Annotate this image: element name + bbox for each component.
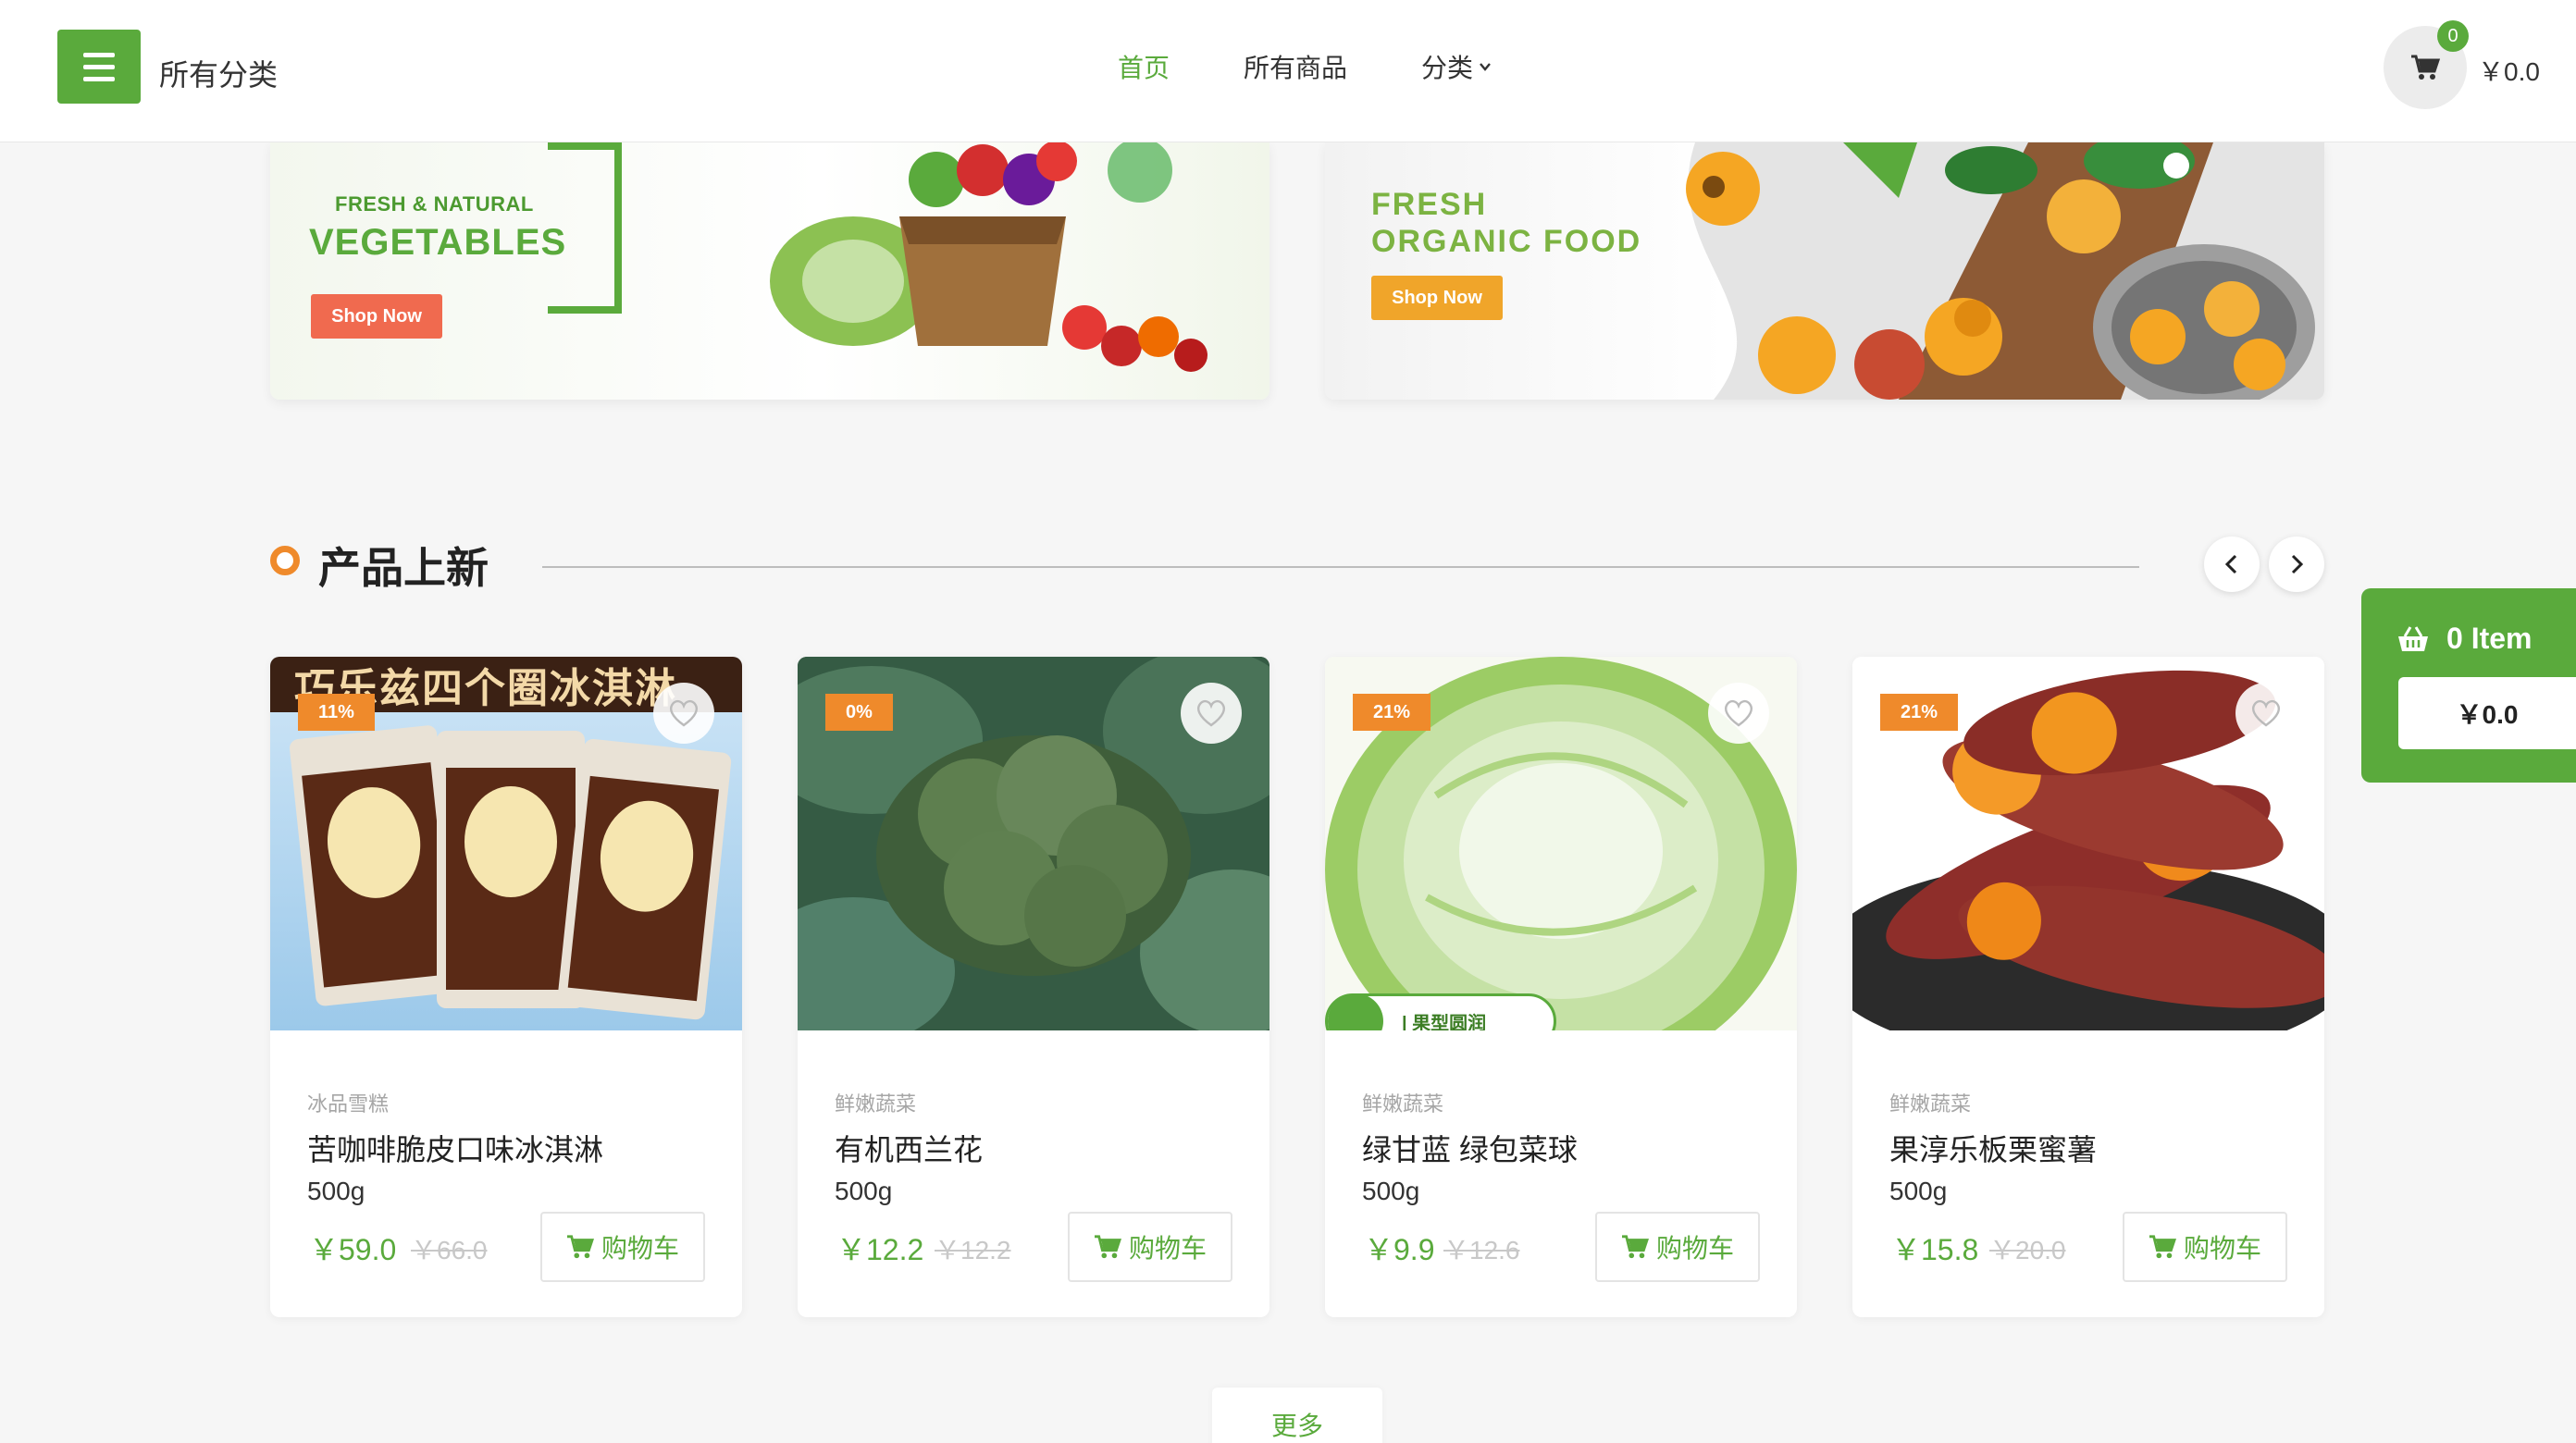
product-card[interactable]: 0% 鲜嫩蔬菜 有机西兰花 500g ￥12.2 ￥12.2 购物车 — [798, 657, 1269, 1317]
product-card[interactable]: 巧乐兹四个圈冰淇淋 11% 冰品雪糕 苦咖啡脆皮口味冰淇淋 500g ￥59.0… — [270, 657, 742, 1317]
more-button[interactable]: 更多 — [1212, 1388, 1382, 1443]
nav-home[interactable]: 首页 — [1118, 48, 1170, 85]
product-weight: 500g — [307, 1177, 365, 1205]
add-to-cart-button[interactable]: 购物车 — [540, 1212, 705, 1282]
favorite-button[interactable] — [1181, 683, 1242, 744]
banner-title-line1: FRESH — [1371, 187, 1488, 222]
banner-vegetables[interactable]: FRESH & NATURAL VEGETABLES Shop Now — [270, 142, 1269, 400]
product-price: ￥12.2 — [836, 1233, 924, 1266]
banner-title: VEGETABLES — [309, 222, 567, 263]
section-title: 产品上新 — [318, 544, 489, 592]
product-price: ￥59.0 — [309, 1233, 397, 1266]
banner-organic-food[interactable]: FRESH ORGANIC FOOD Shop Now — [1325, 142, 2324, 400]
leaf-icon — [1328, 993, 1383, 1030]
banner-title-line2: ORGANIC FOOD — [1371, 224, 1642, 259]
product-name[interactable]: 苦咖啡脆皮口味冰淇淋 — [307, 1127, 603, 1169]
heart-icon — [1197, 699, 1225, 727]
cart-total: ￥0.0 — [2478, 57, 2540, 86]
heart-icon — [1725, 699, 1752, 727]
discount-badge: 21% — [1353, 694, 1431, 731]
favorite-button[interactable] — [2235, 683, 2297, 744]
product-price: ￥15.8 — [1891, 1233, 1979, 1266]
cart-icon — [1094, 1235, 1121, 1259]
product-weight: 500g — [1889, 1177, 1948, 1205]
shop-now-button[interactable]: Shop Now — [1371, 276, 1503, 320]
product-category: 鲜嫩蔬菜 — [1889, 1092, 1972, 1116]
carousel-prev-button[interactable] — [2204, 536, 2260, 592]
nav-categories[interactable]: 分类 — [1421, 48, 1492, 85]
chevron-left-icon — [2224, 554, 2237, 574]
discount-badge: 0% — [825, 694, 893, 731]
vegetable-basket-image — [770, 142, 1208, 372]
category-title[interactable]: 所有分类 — [159, 52, 278, 94]
fruit-board-image — [1686, 142, 2324, 400]
discount-badge: 21% — [1880, 694, 1959, 731]
product-name[interactable]: 绿甘蓝 绿包菜球 — [1362, 1127, 1578, 1169]
cart-count-badge: 0 — [2437, 20, 2469, 52]
product-old-price: ￥12.2 — [935, 1236, 1011, 1264]
product-category: 鲜嫩蔬菜 — [1362, 1092, 1444, 1116]
section-divider — [542, 566, 2139, 568]
cart-icon — [1621, 1235, 1649, 1259]
discount-badge: 11% — [298, 694, 375, 731]
product-weight: 500g — [1362, 1177, 1420, 1205]
page: 所有分类 首页 所有商品 分类 0 ￥0.0 FRESH & NATURAL V… — [0, 0, 2576, 1443]
floating-cart-items: 0 Item — [2396, 622, 2532, 656]
product-category: 冰品雪糕 — [307, 1092, 390, 1116]
cart-icon — [566, 1235, 594, 1259]
product-weight: 500g — [835, 1177, 893, 1205]
product-card[interactable]: 21% 鲜嫩蔬菜 果淳乐板栗蜜薯 500g ￥15.8 ￥20.0 购物车 — [1852, 657, 2324, 1317]
product-name[interactable]: 果淳乐板栗蜜薯 — [1889, 1127, 2097, 1169]
section-bullet-icon — [270, 546, 300, 575]
product-price: ￥9.9 — [1364, 1233, 1435, 1266]
product-category: 鲜嫩蔬菜 — [835, 1092, 917, 1116]
nav-all-products[interactable]: 所有商品 — [1244, 48, 1347, 85]
chevron-down-icon — [1480, 63, 1491, 71]
add-to-cart-button[interactable]: 购物车 — [1068, 1212, 1232, 1282]
basket-icon — [2398, 625, 2428, 651]
favorite-button[interactable] — [653, 683, 714, 744]
floating-cart[interactable]: 0 Item ￥0.0 — [2361, 588, 2576, 783]
add-to-cart-button[interactable]: 购物车 — [2123, 1212, 2287, 1282]
cart-icon — [2411, 55, 2440, 80]
product-old-price: ￥12.6 — [1443, 1236, 1520, 1264]
favorite-button[interactable] — [1708, 683, 1769, 744]
floating-cart-total: ￥0.0 — [2398, 677, 2576, 749]
product-old-price: ￥20.0 — [1989, 1236, 2066, 1264]
hamburger-icon[interactable] — [57, 30, 141, 104]
product-image-tag: | 果型圆润 — [1325, 993, 1556, 1030]
banner-subtitle: FRESH & NATURAL — [335, 192, 534, 216]
heart-icon — [670, 699, 698, 727]
carousel-next-button[interactable] — [2269, 536, 2324, 592]
shop-now-button[interactable]: Shop Now — [311, 294, 442, 339]
cart-icon — [2149, 1235, 2176, 1259]
product-card[interactable]: | 果型圆润 21% 鲜嫩蔬菜 绿甘蓝 绿包菜球 500g ￥9.9 ￥12.6… — [1325, 657, 1797, 1317]
chevron-right-icon — [2291, 554, 2304, 574]
top-header: 所有分类 首页 所有商品 分类 0 ￥0.0 — [0, 0, 2576, 142]
main-nav: 首页 所有商品 分类 — [1118, 48, 1566, 85]
product-old-price: ￥66.0 — [411, 1236, 488, 1264]
heart-icon — [2252, 699, 2280, 727]
add-to-cart-button[interactable]: 购物车 — [1595, 1212, 1760, 1282]
ice-cream-image — [289, 725, 732, 1020]
product-name[interactable]: 有机西兰花 — [835, 1127, 983, 1169]
